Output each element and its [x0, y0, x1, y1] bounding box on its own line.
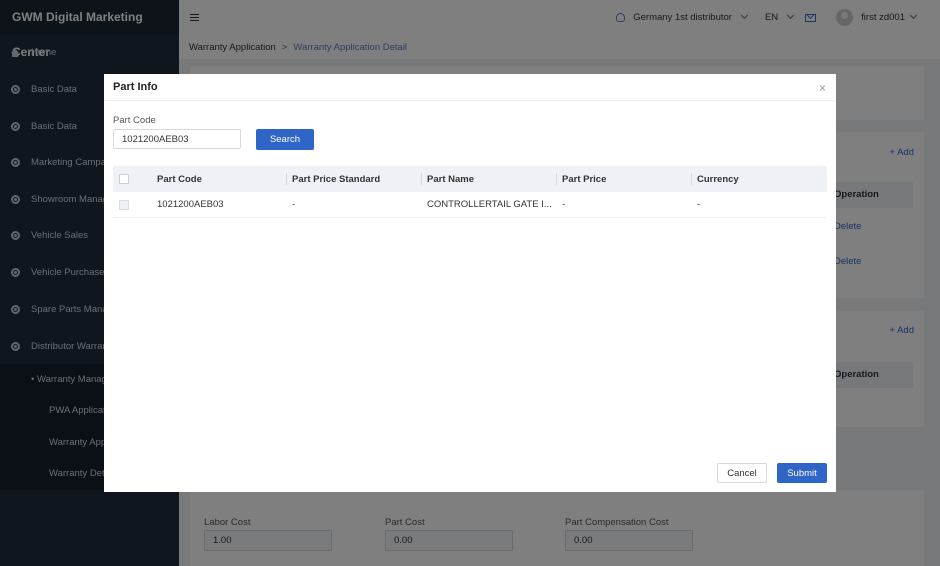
close-icon[interactable]: ×: [819, 81, 826, 95]
table-cell: CONTROLLERTAIL GATE I...: [427, 199, 552, 210]
row-select-cell: [113, 192, 151, 217]
part-code-input[interactable]: [113, 129, 241, 149]
column-header: Currency: [691, 166, 827, 192]
table-row[interactable]: 1021200AEB03 - CONTROLLERTAIL GATE I... …: [113, 192, 827, 218]
row-checkbox[interactable]: [119, 199, 129, 210]
table-cell: -: [292, 199, 296, 210]
table-cell: 1021200AEB03: [157, 199, 224, 210]
submit-button[interactable]: Submit: [777, 463, 827, 483]
table-cell: -: [697, 199, 701, 210]
select-all-checkbox[interactable]: [119, 174, 129, 184]
dialog-title: Part Info: [104, 74, 836, 101]
select-all-cell: [113, 166, 151, 192]
part-info-dialog: Part Info × Part Code Search Part Code P…: [104, 74, 836, 492]
column-header: Part Price: [556, 166, 691, 192]
column-header: Part Code: [157, 173, 202, 185]
part-code-label: Part Code: [113, 115, 156, 126]
search-button[interactable]: Search: [256, 129, 314, 150]
column-header: Part Price Standard: [286, 166, 421, 192]
cancel-button[interactable]: Cancel: [717, 463, 767, 483]
table-header: Part Code Part Price Standard Part Name …: [113, 166, 827, 192]
table-cell: -: [562, 199, 566, 210]
parts-table: Part Code Part Price Standard Part Name …: [113, 166, 827, 218]
column-header: Part Name: [421, 166, 556, 192]
